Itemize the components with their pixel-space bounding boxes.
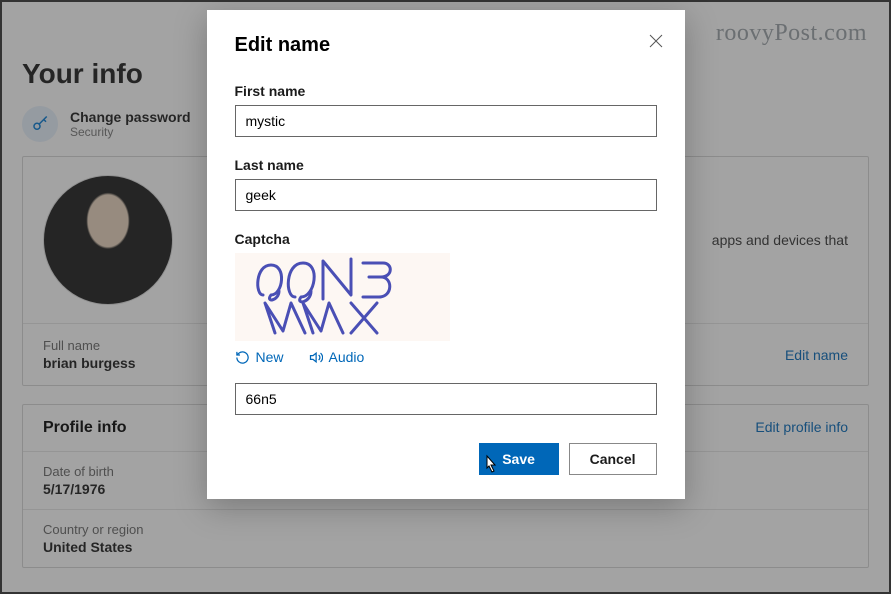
captcha-image: [235, 253, 450, 341]
modal-title: Edit name: [235, 34, 657, 57]
close-icon: [649, 34, 663, 48]
audio-icon: [308, 350, 323, 365]
close-button[interactable]: [649, 34, 663, 53]
last-name-label: Last name: [235, 157, 657, 173]
refresh-icon: [235, 350, 250, 365]
captcha-input[interactable]: [235, 383, 657, 415]
captcha-new-button[interactable]: New: [235, 349, 284, 365]
cancel-button[interactable]: Cancel: [569, 443, 657, 475]
first-name-input[interactable]: [235, 105, 657, 137]
first-name-label: First name: [235, 83, 657, 99]
captcha-audio-button[interactable]: Audio: [308, 349, 365, 365]
save-button[interactable]: Save: [479, 443, 559, 475]
last-name-input[interactable]: [235, 179, 657, 211]
captcha-audio-label: Audio: [329, 349, 365, 365]
captcha-label: Captcha: [235, 231, 657, 247]
edit-name-modal: Edit name First name Last name Captcha: [207, 10, 685, 499]
modal-overlay: Edit name First name Last name Captcha: [0, 0, 891, 594]
captcha-new-label: New: [256, 349, 284, 365]
